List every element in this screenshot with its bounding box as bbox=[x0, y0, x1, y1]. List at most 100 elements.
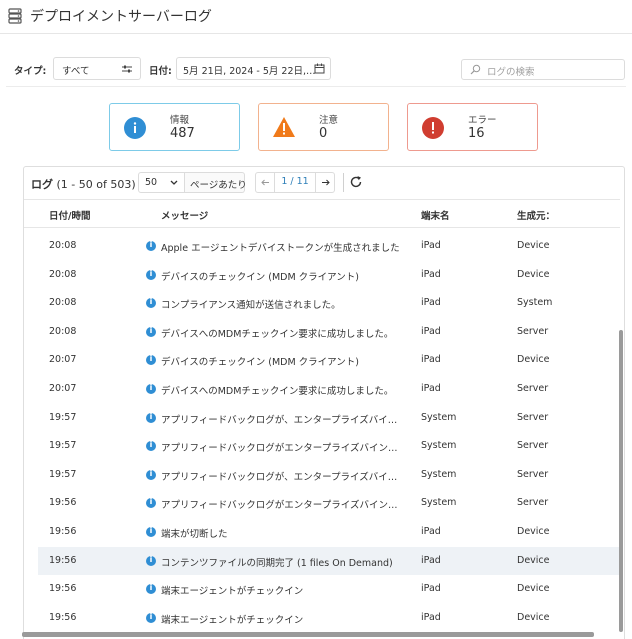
cell-message: 端末エージェントがチェックイン bbox=[161, 586, 304, 598]
info-count-card[interactable]: 情報 487 bbox=[109, 103, 240, 151]
table-row[interactable]: 19:56 端末エージェントがチェックイン iPad Device bbox=[38, 604, 620, 633]
warning-count-card[interactable]: 注意 0 bbox=[258, 103, 389, 151]
prev-page-button[interactable] bbox=[256, 173, 275, 192]
info-icon bbox=[146, 497, 156, 509]
cell-message: デバイスへのMDMチェックイン要求に成功しました。 bbox=[161, 386, 394, 397]
cell-source: Server bbox=[517, 497, 549, 509]
table-row[interactable]: 20:07 デバイスのチェックイン (MDM クライアント) iPad Device bbox=[38, 346, 620, 375]
table-row[interactable]: 20:08 コンプライアンス通知が送信されました。 iPad System bbox=[38, 289, 620, 318]
cell-time: 19:56 bbox=[49, 554, 77, 566]
cell-source: Server bbox=[517, 325, 549, 337]
type-filter-label: タイプ: bbox=[14, 66, 47, 77]
next-page-button[interactable] bbox=[315, 173, 334, 192]
info-icon bbox=[146, 269, 156, 280]
table-row[interactable]: 19:56 端末が切断した iPad Device bbox=[38, 518, 620, 547]
column-header-source[interactable]: 生成元： bbox=[517, 208, 555, 222]
table-row[interactable]: 19:56 コンテンツファイルの同期完了 (1 files On Demand) i… bbox=[38, 546, 620, 576]
info-icon bbox=[146, 526, 156, 537]
per-page-value: 50 bbox=[145, 177, 158, 188]
warning-card-label: 注意 bbox=[319, 115, 339, 126]
log-range: (1 - 50 of 503) bbox=[56, 178, 136, 191]
table-row[interactable]: 19:57 アプリフィードバックログが、エンタープライズバイン… System Ser… bbox=[38, 461, 620, 490]
cell-time: 20:08 bbox=[49, 268, 77, 280]
cell-message: アプリフィードバックログが、エンタープライズバイン… bbox=[161, 414, 401, 426]
page-title: デプロイメントサーバーログ bbox=[30, 9, 212, 25]
cell-device: iPad bbox=[421, 383, 441, 394]
cell-device: iPad bbox=[421, 611, 441, 623]
cell-time: 20:08 bbox=[49, 297, 77, 309]
table-row[interactable]: 19:56 端末エージェントがチェックイン iPad Device bbox=[38, 575, 620, 604]
column-header-time[interactable]: 日付/時間 bbox=[49, 208, 90, 222]
cell-source: Device bbox=[517, 354, 550, 366]
cell-device: iPad bbox=[421, 325, 441, 337]
table-row[interactable]: 19:57 アプリフィードバックログが、エンタープライズバイン… System Ser… bbox=[38, 404, 620, 433]
cell-time: 20:07 bbox=[49, 383, 77, 394]
error-count-card[interactable]: エラー 16 bbox=[407, 103, 538, 151]
table-row[interactable]: 19:56 アプリフィードバックログがエンタープライズバインデ… System Ser… bbox=[38, 489, 620, 518]
warning-card-count: 0 bbox=[319, 126, 328, 141]
arrow-right-icon bbox=[322, 179, 330, 186]
info-icon bbox=[146, 412, 156, 423]
table-row[interactable]: 20:07 デバイスへのMDMチェックイン要求に成功しました。 iPad Server bbox=[38, 375, 620, 404]
cell-time: 19:56 bbox=[49, 526, 77, 537]
info-icon bbox=[146, 383, 156, 394]
cell-source: Server bbox=[517, 383, 549, 394]
type-filter-select[interactable]: すべて bbox=[53, 57, 141, 80]
cell-time: 19:56 bbox=[49, 611, 77, 623]
info-icon bbox=[146, 354, 156, 366]
cell-message: コンテンツファイルの同期完了 (1 files On Demand) bbox=[161, 557, 393, 569]
info-icon bbox=[146, 469, 156, 480]
refresh-icon[interactable] bbox=[349, 175, 363, 189]
table-header: 日付/時間 メッセージ 端末名 生成元： bbox=[24, 199, 620, 228]
cell-device: System bbox=[421, 440, 457, 452]
cell-time: 19:57 bbox=[49, 440, 77, 452]
pagination: 1 / 11 bbox=[255, 172, 335, 193]
cell-device: iPad bbox=[421, 583, 441, 595]
cell-message: デバイスのチェックイン (MDM クライアント) bbox=[161, 271, 359, 283]
server-icon bbox=[8, 8, 22, 24]
page-header: デプロイメントサーバーログ bbox=[0, 0, 632, 34]
cell-source: Server bbox=[517, 468, 549, 480]
info-card-label: 情報 bbox=[170, 115, 190, 126]
cell-source: Server bbox=[517, 440, 549, 452]
log-search-input[interactable]: ログの検索 bbox=[461, 59, 625, 80]
cell-message: Apple エージェントデバイストークンが生成されました bbox=[161, 243, 400, 254]
table-row[interactable]: 20:08 デバイスのチェックイン (MDM クライアント) iPad Device bbox=[38, 261, 620, 290]
table-row[interactable]: 19:57 アプリフィードバックログがエンタープライズバインデ… System Ser… bbox=[38, 432, 620, 461]
calendar-icon bbox=[314, 63, 325, 74]
date-range-picker[interactable]: 5月 21日, 2024 - 5月 22日,… bbox=[176, 57, 331, 80]
cell-source: Device bbox=[517, 583, 550, 595]
column-header-device[interactable]: 端末名 bbox=[421, 208, 450, 222]
cell-device: iPad bbox=[421, 354, 441, 366]
search-placeholder: ログの検索 bbox=[487, 67, 535, 78]
table-row[interactable]: 20:08 Apple エージェントデバイストークンが生成されました iPad Dev… bbox=[38, 232, 620, 261]
cell-message: デバイスへのMDMチェックイン要求に成功しました。 bbox=[161, 328, 394, 340]
info-icon bbox=[124, 117, 146, 139]
info-icon bbox=[146, 612, 156, 623]
info-icon bbox=[146, 297, 156, 309]
type-filter-value: すべて bbox=[62, 66, 90, 77]
cell-device: iPad bbox=[421, 526, 441, 537]
table-row[interactable]: 20:08 デバイスへのMDMチェックイン要求に成功しました。 iPad Server bbox=[38, 318, 620, 347]
horizontal-scrollbar[interactable] bbox=[22, 632, 594, 637]
divider bbox=[6, 86, 626, 87]
column-header-message[interactable]: メッセージ bbox=[161, 208, 208, 222]
date-filter-label: 日付: bbox=[149, 66, 172, 77]
cell-source: Device bbox=[517, 554, 550, 566]
cell-source: Device bbox=[517, 268, 550, 280]
page-indicator: 1 / 11 bbox=[281, 176, 309, 187]
info-icon bbox=[146, 240, 156, 251]
vertical-scrollbar[interactable] bbox=[619, 330, 623, 632]
cell-time: 20:07 bbox=[49, 354, 77, 366]
cell-device: iPad bbox=[421, 297, 441, 309]
info-icon bbox=[146, 555, 156, 566]
cell-device: iPad bbox=[421, 240, 441, 251]
info-icon bbox=[146, 583, 156, 595]
cell-time: 19:57 bbox=[49, 411, 77, 423]
sliders-icon bbox=[122, 65, 132, 73]
cell-message: 端末エージェントがチェックイン bbox=[161, 614, 304, 626]
divider bbox=[343, 173, 344, 192]
cell-device: System bbox=[421, 468, 457, 480]
arrow-left-icon bbox=[261, 179, 269, 186]
per-page-select[interactable]: 50 bbox=[138, 172, 185, 193]
